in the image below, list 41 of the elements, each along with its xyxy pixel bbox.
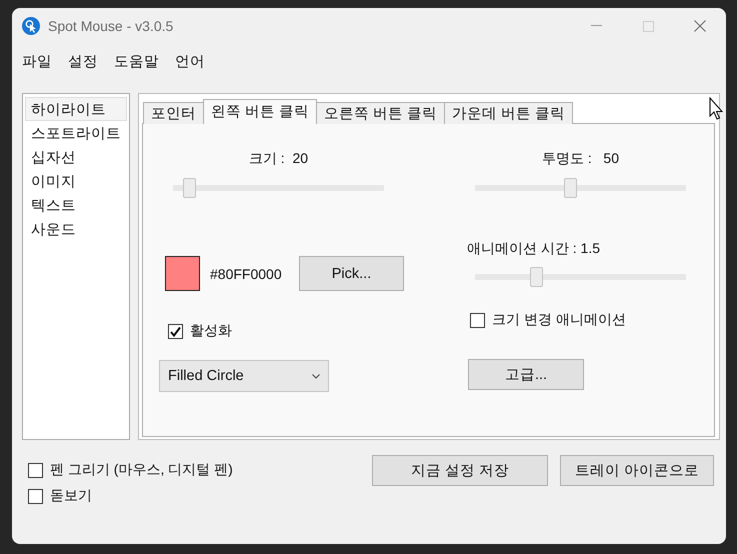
checkbox-label: 활성화 <box>190 322 232 340</box>
category-item[interactable]: 이미지 <box>25 169 127 193</box>
color-code: #80FF0000 <box>210 266 283 282</box>
menu-item[interactable]: 언어 <box>175 52 219 70</box>
window-title: Spot Mouse - v3.0.5 <box>48 18 174 34</box>
advanced-button[interactable]: 고급... <box>468 359 584 390</box>
save-settings-button[interactable]: 지금 설정 저장 <box>372 455 548 486</box>
menu-item[interactable]: 파일 <box>22 52 66 70</box>
checkbox[interactable] <box>168 324 183 338</box>
minimize-icon[interactable] <box>590 25 602 27</box>
maximize-icon <box>642 20 654 32</box>
menu-item[interactable]: 설정 <box>68 52 112 70</box>
checkbox[interactable] <box>28 462 43 478</box>
tab[interactable]: 왼쪽 버튼 클릭 <box>203 99 318 124</box>
menu-item[interactable]: 도움말 <box>114 52 173 70</box>
animation-time-label: 애니메이션 시간 : 1.5 <box>467 240 602 258</box>
shape-dropdown[interactable]: Filled Circle <box>159 360 329 392</box>
category-item[interactable]: 사운드 <box>25 217 127 241</box>
checkbox-label: 돋보기 <box>50 487 92 505</box>
size-label: 크기 : 20 <box>248 150 310 168</box>
color-swatch[interactable] <box>165 256 200 291</box>
category-item[interactable]: 십자선 <box>25 145 127 169</box>
tab[interactable]: 포인터 <box>143 102 204 124</box>
chevron-down-icon <box>312 374 320 378</box>
category-item[interactable]: 스포트라이트 <box>25 121 127 145</box>
opacity-label: 투명도 : 50 <box>540 150 620 168</box>
tab[interactable]: 가운데 버튼 클릭 <box>444 102 574 124</box>
tray-button[interactable]: 트레이 아이콘으로 <box>560 455 714 486</box>
checkbox[interactable] <box>28 488 43 504</box>
close-icon[interactable] <box>694 20 706 32</box>
checkbox-label: 펜 그리기 (마우스, 디지털 펜) <box>50 461 233 479</box>
slider-thumb[interactable] <box>564 178 578 198</box>
category-item[interactable]: 텍스트 <box>25 193 127 217</box>
checkbox[interactable] <box>470 312 485 328</box>
slider-thumb[interactable] <box>530 267 544 287</box>
slider-thumb[interactable] <box>182 178 196 198</box>
checkbox-label: 크기 변경 애니메이션 <box>492 311 626 329</box>
tab[interactable]: 오른쪽 버튼 클릭 <box>316 102 446 124</box>
app-logo-icon <box>22 17 40 35</box>
pick-button[interactable]: Pick... <box>299 256 404 291</box>
category-item[interactable]: 하이라이트 <box>25 97 127 121</box>
